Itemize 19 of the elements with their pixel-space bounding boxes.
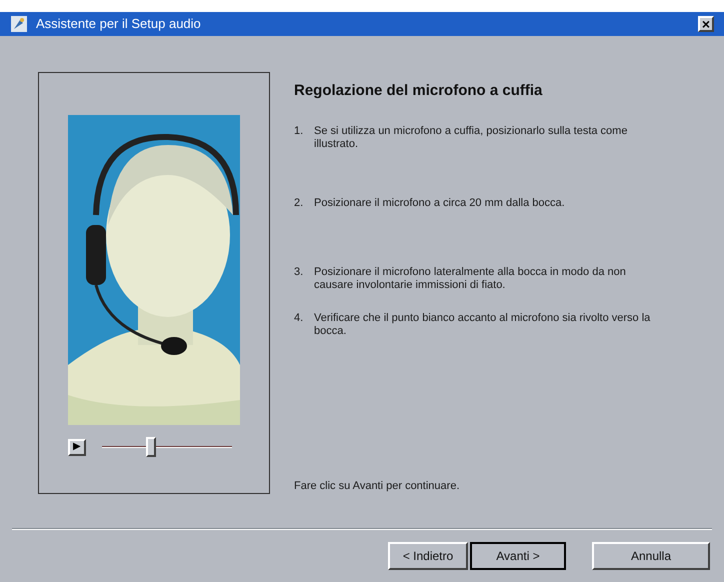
slider-thumb[interactable] xyxy=(146,437,156,457)
close-button[interactable]: × xyxy=(698,16,714,32)
step-text: Posizionare il microfono a circa 20 mm dalla bocca. xyxy=(314,196,566,210)
step-number: 2. xyxy=(294,196,304,210)
step-number: 3. xyxy=(294,266,304,280)
step-number: 1. xyxy=(294,124,304,138)
step-number: 4. xyxy=(294,312,304,326)
dialog-button[interactable]: Annulla xyxy=(592,542,710,570)
step-text: Posizionare il microfono lateralmente alla bocca in modo da non causare involontarie immissioni di fiato. xyxy=(314,266,627,292)
app-icon xyxy=(10,15,28,33)
footer-note: Fare clic su Avanti per continuare. xyxy=(294,478,460,494)
step-text: Se si utilizza un microfono a cuffia, posizionarlo sulla testa come illustrato. xyxy=(314,124,628,150)
dialog-button[interactable]: < Indietro xyxy=(388,542,468,570)
page-heading: Regolazione del microfono a cuffia xyxy=(294,81,544,101)
step-text: Verificare che il punto bianco accanto al microfono sia rivolto verso la bocca. xyxy=(314,312,652,338)
window-title: Assistente per il Setup audio xyxy=(36,15,201,34)
position-slider[interactable] xyxy=(102,437,232,457)
play-button[interactable]: ▶ xyxy=(68,438,86,456)
dialog-button[interactable]: Avanti > xyxy=(470,542,566,570)
